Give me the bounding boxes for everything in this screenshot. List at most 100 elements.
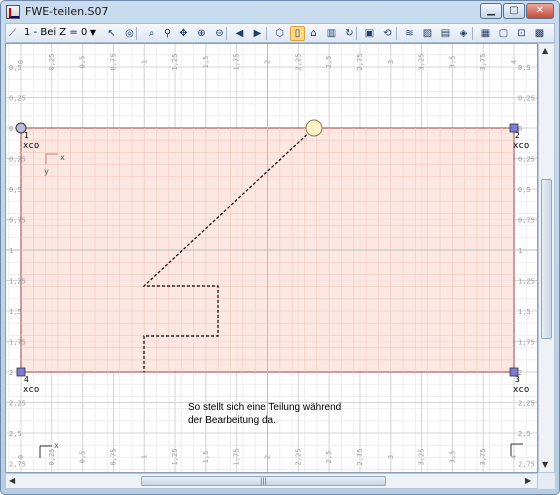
ruler-tick-label-top: 1,25 xyxy=(171,54,179,71)
building-icon[interactable]: ▥ xyxy=(324,26,339,41)
ruler-tick-label-top: 4 xyxy=(510,60,518,64)
scroll-up-icon[interactable]: ▲ xyxy=(542,46,548,55)
select-arrow-icon[interactable]: ↖ xyxy=(104,26,119,41)
ruler-tick-label-bottom: 3,5 xyxy=(448,451,456,464)
ruler-tick-label-bottom: 1,25 xyxy=(171,449,179,466)
ruler-tick-label-top: 0,75 xyxy=(109,54,117,71)
ruler-tick-label-bottom: 2,5 xyxy=(325,451,333,464)
horizontal-scrollbar[interactable]: ◀ ||| ▶ xyxy=(5,473,538,489)
title-bar[interactable]: FWE-teilen.S07 ▁ ▢ ✕ xyxy=(1,1,559,23)
refresh-icon[interactable]: ↻ xyxy=(342,26,357,41)
window-title: FWE-teilen.S07 xyxy=(25,5,109,18)
drawing-canvas[interactable]: 0,5 0,25 0 0,25 0,5 0,75 1 1,25 1,5 1,75 2 2,25 2,5 2… xyxy=(5,43,538,473)
ruler-tick-label-right: 2,75 xyxy=(518,461,535,469)
ruler-tick-label-bottom: 2 xyxy=(264,455,272,459)
node-xco-label: xco xyxy=(23,385,39,395)
ruler-tick-label-bottom: 3 xyxy=(387,455,395,459)
select-region-icon[interactable]: ◎ xyxy=(122,26,137,41)
ruler-tick-label-left: 1,5 xyxy=(9,308,22,316)
pan-icon[interactable]: ✥ xyxy=(176,26,191,41)
node-xco-label: xco xyxy=(513,141,529,151)
app-icon xyxy=(6,5,20,19)
ruler-tick-label-bottom: 1,5 xyxy=(202,451,210,464)
ruler-tick-label-right: 0,75 xyxy=(518,217,535,225)
view-plan-icon[interactable]: ▯ xyxy=(290,26,305,41)
rainbow-icon[interactable]: ◈ xyxy=(456,26,471,41)
ruler-tick-label-left: 1,75 xyxy=(9,339,26,347)
minimize-button[interactable]: ▁ xyxy=(480,3,502,19)
loadcase-label: 1 - Bei Z = 0 xyxy=(24,27,88,38)
ruler-tick-label-top: 0,5 xyxy=(79,56,87,69)
loadcase-select[interactable]: ⟋ 1 - Bei Z = 0 ▼ xyxy=(8,25,98,41)
zoom-out-icon[interactable]: ⊖ xyxy=(212,26,227,41)
forward-icon[interactable]: ▶ xyxy=(250,26,265,41)
view-direction-icon: ⟋ xyxy=(9,28,16,39)
ruler-tick-label-right: 1,75 xyxy=(518,339,535,347)
local-axis-x-label: x xyxy=(60,153,65,162)
curves-icon[interactable]: ≋ xyxy=(402,26,417,41)
ruler-tick-label-left: 2,25 xyxy=(9,400,26,408)
close-button[interactable]: ✕ xyxy=(526,3,554,19)
toolbar-separator xyxy=(356,27,357,40)
vertical-scroll-thumb[interactable] xyxy=(541,179,552,339)
ruler-tick-label-top: 2,75 xyxy=(356,54,364,71)
ruler-tick-label-right: 1 xyxy=(518,247,522,255)
grid-icon[interactable]: ▦ xyxy=(478,26,493,41)
ruler-tick-label-right: 2,25 xyxy=(518,400,535,408)
chart-icon[interactable]: ▩ xyxy=(532,26,547,41)
vertical-scrollbar[interactable]: ▲ ▼ xyxy=(538,43,555,473)
ruler-tick-label-bottom: 3,75 xyxy=(479,449,487,466)
ruler-tick-label-right: 1,5 xyxy=(518,308,531,316)
toolbar-separator xyxy=(136,27,137,40)
toolbar-separator xyxy=(226,27,227,40)
scroll-left-icon[interactable]: ◀ xyxy=(9,476,15,485)
image-icon[interactable]: ▨ xyxy=(420,26,435,41)
zoom-window-icon[interactable]: ⚲ xyxy=(160,26,175,41)
division-grip-handle[interactable] xyxy=(305,119,323,137)
ruler-tick-label-top: 2,5 xyxy=(325,56,333,69)
ruler-tick-label-top: 2,25 xyxy=(294,54,302,71)
layers-icon[interactable]: ▤ xyxy=(438,26,453,41)
ruler-tick-label-bottom: 0 xyxy=(17,455,25,459)
ruler-tick-label-left: 0,5 xyxy=(9,64,22,72)
ruler-tick-label-bottom: 0,5 xyxy=(79,451,87,464)
scroll-down-icon[interactable]: ▼ xyxy=(542,460,548,469)
render-icon[interactable]: ▣ xyxy=(362,26,377,41)
home-view-icon[interactable]: ⌂ xyxy=(306,26,321,41)
node-xco-label: xco xyxy=(513,385,529,395)
size-grip[interactable] xyxy=(538,473,555,489)
ruler-tick-label-bottom: 1 xyxy=(140,455,148,459)
ruler-tick-label-right: 0,5 xyxy=(518,64,531,72)
ruler-tick-label-bottom: 0,75 xyxy=(109,449,117,466)
ruler-tick-label-bottom: 1,75 xyxy=(233,449,241,466)
node-xco-label: xco xyxy=(23,141,39,151)
ruler-tick-label-bottom: 2,25 xyxy=(294,449,302,466)
ruler-tick-label-top: 1,75 xyxy=(233,54,241,71)
ruler-tick-label-left: 2,5 xyxy=(9,430,22,438)
back-icon[interactable]: ◀ xyxy=(232,26,247,41)
ruler-tick-label-left: 2,75 xyxy=(9,461,26,469)
horizontal-scroll-thumb[interactable]: ||| xyxy=(141,476,386,486)
ruler-tick-label-right: 2,5 xyxy=(518,430,531,438)
zoom-in-icon[interactable]: ⊕ xyxy=(194,26,209,41)
caption-text: So stellt sich eine Teilung während der … xyxy=(188,401,341,427)
ruler-tick-label-right: 0,25 xyxy=(518,95,535,103)
view-3d-icon[interactable]: ⬡ xyxy=(272,26,287,41)
scroll-right-icon[interactable]: ▶ xyxy=(525,476,531,485)
rotate-icon[interactable]: ⟲ xyxy=(380,26,395,41)
ruler-tick-label-top: 1,5 xyxy=(202,56,210,69)
ruler-tick-label-bottom: 2,75 xyxy=(356,449,364,466)
ruler-tick-label-top: 3 xyxy=(387,60,395,64)
zoom-icon[interactable]: ⌕ xyxy=(144,26,159,41)
chevron-down-icon[interactable]: ▼ xyxy=(90,25,96,41)
toolbar: ⟋ 1 - Bei Z = 0 ▼ ↖ ◎ ⌕ ⚲ ✥ ⊕ ⊖ ◀ ▶ ⬡ ▯ ⌂ ▥ ↻ ▣ ⟲ ≋ ▨ ▤ ◈ ▦ ▢… xyxy=(5,23,555,43)
node-id-label: 1 xyxy=(24,131,29,140)
window-icon[interactable]: ▢ xyxy=(496,26,511,41)
ruler-tick-label-left: 1 xyxy=(9,247,13,255)
maximize-button[interactable]: ▢ xyxy=(503,3,525,19)
fit-icon[interactable]: ⊡ xyxy=(514,26,529,41)
ruler-tick-label-left: 0,5 xyxy=(9,186,22,194)
ruler-tick-label-left: 0,25 xyxy=(9,95,26,103)
global-axis-x-label: x xyxy=(54,441,59,450)
ruler-tick-label-right: 0,25 xyxy=(518,156,535,164)
